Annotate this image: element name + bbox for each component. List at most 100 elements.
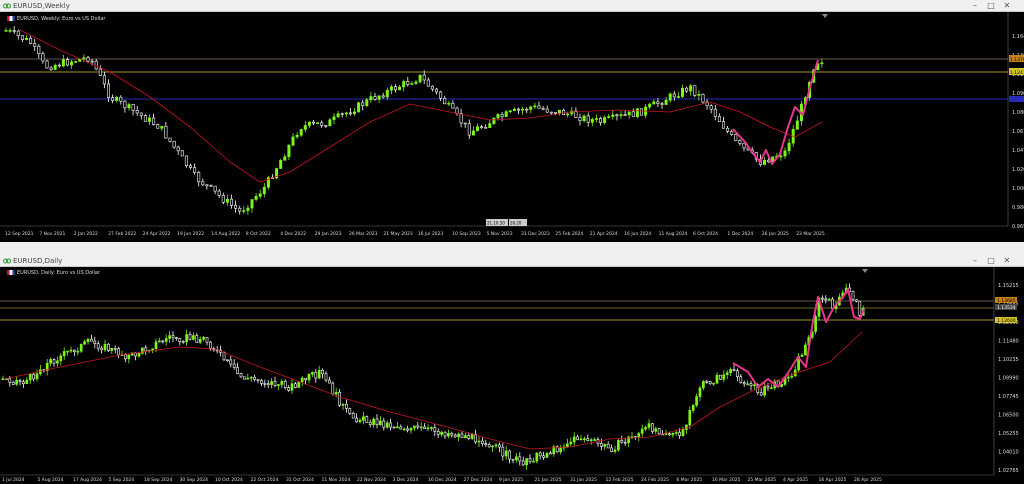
- time-axis-label: 2 Jan 2022: [74, 231, 98, 237]
- weekly-candle: [176, 146, 180, 152]
- weekly-titlebar[interactable]: EURUSD,Weekly – □ ✕: [0, 0, 1024, 12]
- weekly-candle: [8, 30, 12, 32]
- weekly-candle: [721, 121, 725, 129]
- weekly-candle: [680, 87, 684, 97]
- weekly-candle: [119, 96, 123, 102]
- weekly-candle: [180, 150, 184, 157]
- time-axis-label: 11 Aug 2024: [659, 231, 688, 237]
- weekly-moving-average: [19, 29, 823, 183]
- daily-candle: [181, 341, 185, 343]
- daily-candle: [103, 343, 107, 351]
- time-axis-label: 22 Nov 2024: [357, 477, 386, 483]
- weekly-candle: [557, 109, 561, 114]
- weekly-candle: [402, 81, 406, 88]
- daily-candle: [52, 359, 56, 364]
- daily-candle: [651, 423, 654, 432]
- daily-candle: [83, 341, 86, 345]
- close-button[interactable]: ✕: [1001, 256, 1013, 266]
- weekly-candle: [328, 119, 332, 127]
- daily-candle: [426, 427, 430, 430]
- daily-candle: [11, 381, 15, 385]
- daily-candle: [566, 443, 569, 448]
- price-tag-text: 1.13685: [997, 298, 1016, 304]
- daily-chart-window[interactable]: EURUSD,Daily – □ ✕ EURUSD, Daily: Euro v…: [0, 255, 1024, 484]
- daily-candle: [586, 438, 590, 441]
- daily-candle: [192, 335, 195, 340]
- daily-candle: [253, 376, 256, 380]
- weekly-candle: [66, 59, 70, 66]
- daily-candle: [195, 335, 199, 343]
- price-axis-label: 1.05255: [998, 431, 1019, 437]
- weekly-candle: [373, 96, 377, 100]
- weekly-candle: [258, 193, 262, 197]
- weekly-candle: [730, 131, 734, 135]
- time-axis-label: 6 Oct 2024: [693, 231, 718, 237]
- daily-candle: [423, 426, 426, 430]
- price-axis-label: 1.04010: [998, 450, 1019, 456]
- weekly-candle: [234, 205, 238, 209]
- daily-candle: [229, 359, 233, 365]
- weekly-candle: [660, 103, 664, 105]
- weekly-chart-window[interactable]: EURUSD,Weekly – □ ✕ EURUSD, Weekly: Euro…: [0, 0, 1024, 242]
- daily-candle: [154, 341, 158, 350]
- daily-candle: [508, 450, 511, 460]
- weekly-candle: [90, 60, 94, 63]
- daily-chart-canvas[interactable]: 1.15215 1.13685 1.12600 1.11480 1.10235 1.089…: [0, 267, 1024, 484]
- daily-candle: [25, 379, 29, 385]
- weekly-candle: [820, 62, 824, 65]
- maximize-button[interactable]: □: [985, 256, 997, 266]
- weekly-candle: [189, 165, 193, 168]
- weekly-candle: [533, 105, 537, 108]
- daily-candle: [331, 382, 335, 395]
- daily-candle: [409, 427, 413, 431]
- chart-shift-icon: [862, 269, 868, 273]
- close-button[interactable]: ✕: [1001, 1, 1013, 11]
- daily-candle: [685, 424, 688, 430]
- weekly-chart-canvas[interactable]: 1.1641.1361.1161.0961.0861.0671.0471.026…: [0, 12, 1024, 242]
- weekly-candle: [582, 115, 586, 122]
- weekly-window-title: EURUSD,Weekly: [13, 2, 70, 10]
- weekly-candle: [156, 124, 160, 129]
- weekly-candle: [24, 37, 28, 40]
- time-axis-label: 16 Jul 2023: [418, 231, 444, 237]
- daily-candle: [8, 378, 12, 383]
- minimize-button[interactable]: –: [969, 1, 981, 11]
- daily-candle: [515, 456, 518, 461]
- maximize-button[interactable]: □: [985, 1, 997, 11]
- weekly-candle: [709, 105, 713, 110]
- daily-titlebar[interactable]: EURUSD,Daily – □ ✕: [0, 255, 1024, 267]
- daily-candle: [113, 347, 117, 350]
- weekly-candle: [496, 114, 500, 119]
- weekly-candle: [512, 108, 516, 112]
- weekly-candle: [4, 30, 8, 32]
- weekly-candle: [102, 75, 106, 85]
- daily-candle: [379, 420, 382, 425]
- daily-candle: [712, 382, 715, 385]
- weekly-candle: [221, 195, 225, 203]
- time-axis-label: 3 Dec 2024: [393, 477, 419, 483]
- chart-window-icon: [3, 3, 11, 9]
- minimize-button[interactable]: –: [969, 256, 981, 266]
- daily-candle: [708, 381, 712, 385]
- time-axis-label: 4 Apr 2025: [783, 477, 808, 483]
- daily-candle: [681, 429, 685, 436]
- weekly-candle: [484, 126, 488, 129]
- daily-chart-area[interactable]: EURUSD, Daily: Euro vs US Dollar 1.15215…: [0, 267, 1024, 484]
- daily-candle: [858, 300, 862, 316]
- daily-candle: [640, 428, 644, 434]
- daily-candle: [300, 377, 304, 383]
- daily-candle: [175, 337, 178, 339]
- time-axis-label: 1 Jul 2024: [2, 477, 25, 483]
- weekly-candle: [726, 127, 730, 132]
- weekly-chart-area[interactable]: EURUSD, Weekly: Euro vs US Dollar 1.1641…: [0, 12, 1024, 242]
- price-tag-text: 1.1247: [1010, 70, 1024, 76]
- daily-candle: [824, 298, 828, 301]
- price-axis-label: 1.11480: [998, 339, 1019, 345]
- daily-candle: [419, 426, 423, 429]
- time-axis-label: 6 Mar 2025: [677, 477, 703, 483]
- daily-candle: [59, 355, 63, 362]
- price-axis-label: 1.047: [1012, 148, 1024, 154]
- daily-candle: [851, 291, 855, 301]
- daily-candle: [613, 449, 617, 452]
- daily-candle: [368, 422, 372, 425]
